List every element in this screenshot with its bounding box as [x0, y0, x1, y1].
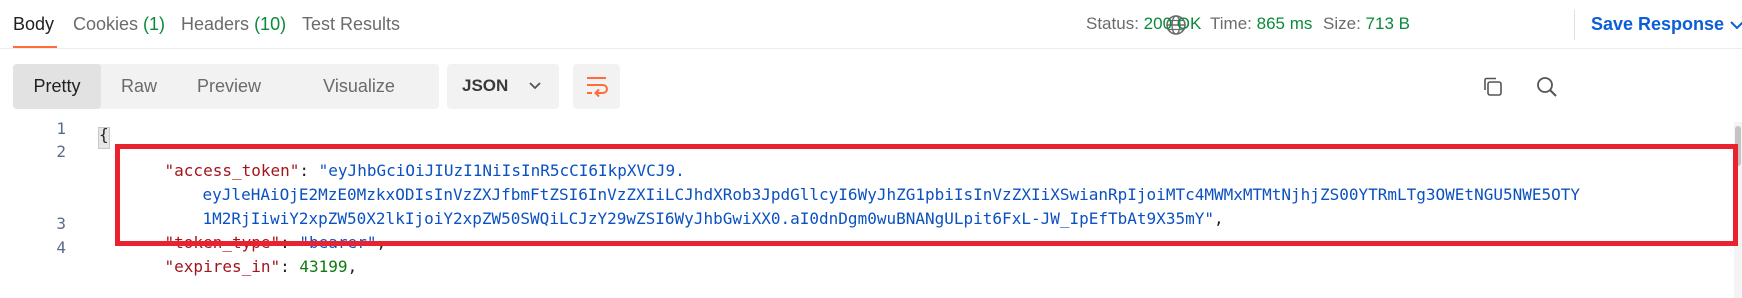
- tab-cookies-count: (1): [143, 14, 166, 34]
- copy-icon[interactable]: [1480, 74, 1506, 100]
- status-indicator[interactable]: Status: 200 OK: [1086, 14, 1201, 34]
- annotation-highlight-box: [115, 144, 1738, 246]
- tab-test-results-label: Test Results: [302, 14, 401, 34]
- json-colon: :: [280, 257, 300, 276]
- time-indicator[interactable]: Time: 865 ms: [1210, 14, 1312, 34]
- json-comma: ,: [347, 257, 358, 276]
- json-open-brace: {: [99, 125, 109, 144]
- tab-body-label: Body: [13, 14, 55, 34]
- json-key: "expires_in": [164, 257, 281, 276]
- view-visualize-button[interactable]: Visualize: [289, 64, 429, 109]
- time-label: Time:: [1210, 14, 1252, 33]
- status-value: 200 OK: [1143, 14, 1202, 33]
- view-mode-group: Pretty Raw Preview Visualize: [13, 64, 439, 109]
- tab-headers-count: (10): [254, 14, 287, 34]
- line-number: 2: [56, 142, 66, 161]
- format-dropdown[interactable]: JSON: [447, 64, 559, 109]
- view-preview-button[interactable]: Preview: [181, 64, 277, 109]
- json-line-expires-in: "expires_in": 43199,: [126, 238, 358, 295]
- line-number: 4: [56, 238, 66, 257]
- time-value: 865 ms: [1256, 14, 1313, 33]
- tabs-divider: [0, 48, 1742, 49]
- chevron-down-icon: [529, 82, 541, 90]
- tab-cookies[interactable]: Cookies (1): [73, 14, 165, 35]
- chevron-down-icon[interactable]: [1730, 16, 1742, 36]
- tab-headers[interactable]: Headers (10): [181, 14, 286, 35]
- size-label: Size:: [1323, 14, 1361, 33]
- response-tabs: Body Cookies (1) Headers (10) Test Resul…: [0, 0, 1742, 50]
- tab-cookies-label: Cookies: [73, 14, 139, 34]
- wrap-lines-button[interactable]: [573, 64, 620, 109]
- tab-test-results[interactable]: Test Results: [302, 14, 400, 35]
- save-response-button[interactable]: Save Response: [1591, 14, 1724, 35]
- line-number: 1: [56, 119, 66, 138]
- search-icon[interactable]: [1534, 74, 1560, 100]
- status-label: Status:: [1086, 14, 1139, 33]
- tab-body[interactable]: Body: [13, 14, 54, 35]
- wrap-lines-icon: [587, 77, 608, 97]
- json-number-value: 43199: [299, 257, 348, 276]
- size-value: 713 B: [1365, 14, 1410, 33]
- tab-headers-label: Headers: [181, 14, 250, 34]
- format-selected-value: JSON: [462, 76, 509, 95]
- divider: [1574, 10, 1575, 40]
- view-raw-button[interactable]: Raw: [105, 64, 173, 109]
- view-pretty-button[interactable]: Pretty: [13, 64, 101, 109]
- line-number: 3: [56, 214, 66, 233]
- size-indicator[interactable]: Size: 713 B: [1323, 14, 1410, 34]
